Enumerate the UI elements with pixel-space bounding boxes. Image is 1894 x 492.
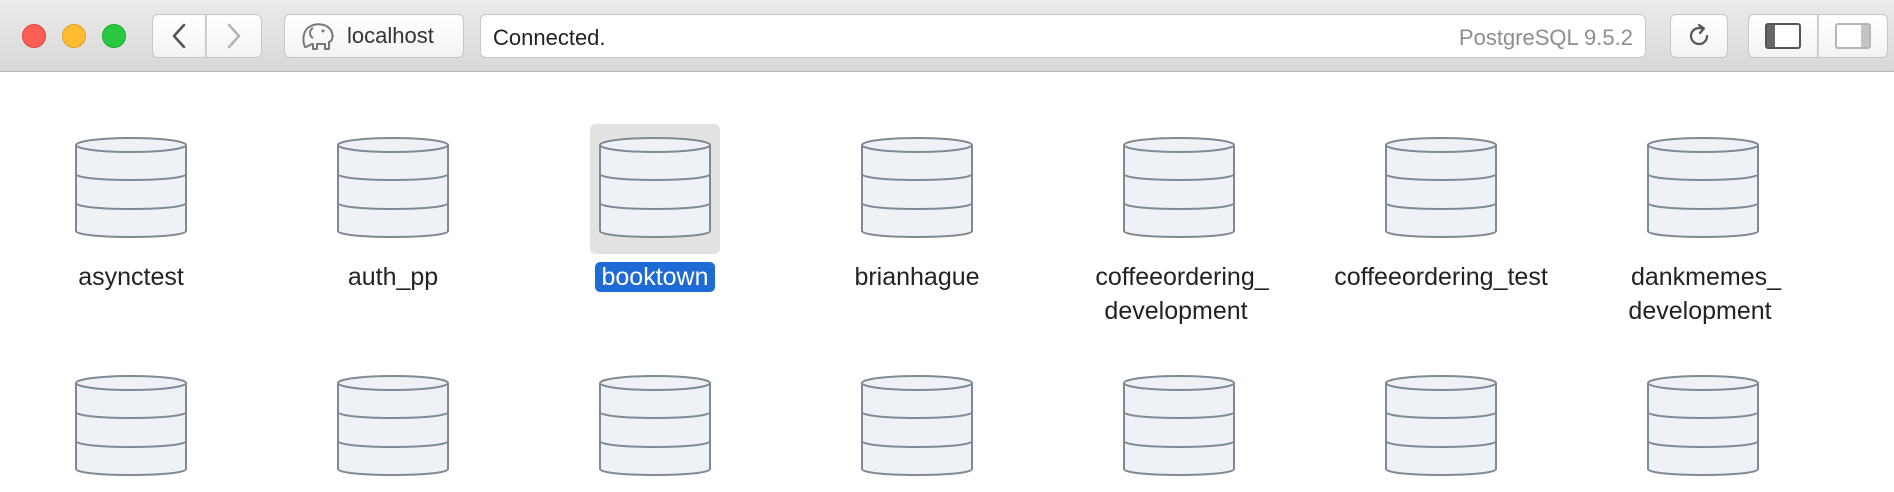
status-bar: Connected. PostgreSQL 9.5.2 xyxy=(480,14,1646,58)
server-version: PostgreSQL 9.5.2 xyxy=(1458,25,1633,50)
database-name-text: brianhague xyxy=(854,263,980,291)
database-icon xyxy=(337,375,449,476)
database-icon xyxy=(1647,375,1759,476)
reload-icon xyxy=(1689,23,1709,46)
database-icon-tile xyxy=(66,362,196,492)
database-name: coffeeordering_test xyxy=(1310,260,1572,294)
database-name-text: coffeeordering_test xyxy=(1334,263,1548,291)
database-item[interactable]: booktown xyxy=(524,72,786,342)
database-name: booktown xyxy=(524,260,786,294)
database-icon xyxy=(1123,375,1235,476)
database-item[interactable]: brianhague xyxy=(786,72,1048,342)
database-icon-tile xyxy=(1638,362,1768,492)
sidebar-right-icon xyxy=(1835,23,1871,49)
database-icon-tile xyxy=(1638,124,1768,254)
database-item[interactable]: auth_pp xyxy=(262,72,524,342)
database-name-text: dankmemes_ development xyxy=(1628,263,1782,325)
database-icon xyxy=(861,375,973,476)
chevron-right-icon xyxy=(227,23,241,49)
database-grid: asynctest auth_pp booktown brianhague coffee… xyxy=(0,72,1894,476)
database-icon xyxy=(861,137,973,238)
database-item[interactable] xyxy=(0,362,262,492)
server-host-label: localhost xyxy=(347,23,434,48)
zoom-window-button[interactable] xyxy=(102,24,126,48)
toggle-right-sidebar-button[interactable] xyxy=(1818,14,1888,58)
database-item[interactable]: coffeeordering_test xyxy=(1310,72,1572,342)
database-icon xyxy=(599,137,711,238)
database-icon xyxy=(337,137,449,238)
database-icon-tile xyxy=(590,124,720,254)
forward-button[interactable] xyxy=(206,14,262,58)
chevron-left-icon xyxy=(172,23,186,49)
database-item[interactable] xyxy=(524,362,786,492)
database-icon-tile xyxy=(66,124,196,254)
back-button[interactable] xyxy=(152,14,206,58)
database-item[interactable] xyxy=(1048,362,1310,492)
sidebar-left-icon xyxy=(1765,23,1801,49)
database-name-text: booktown xyxy=(595,262,715,292)
database-icon xyxy=(599,375,711,476)
database-icon xyxy=(1385,375,1497,476)
server-button[interactable]: localhost xyxy=(284,14,464,58)
database-name: auth_pp xyxy=(262,260,524,294)
toolbar: localhost Connected. PostgreSQL 9.5.2 xyxy=(0,0,1894,72)
database-item[interactable]: dankmemes_ development xyxy=(1572,72,1834,342)
database-icon xyxy=(1385,137,1497,238)
database-item[interactable]: asynctest xyxy=(0,72,262,342)
database-icon xyxy=(1123,137,1235,238)
database-name: coffeeordering_ development xyxy=(1048,260,1310,328)
database-name-text: auth_pp xyxy=(347,263,439,291)
database-item[interactable]: coffeeordering_ development xyxy=(1048,72,1310,342)
database-icon-tile xyxy=(328,362,458,492)
database-icon-tile xyxy=(1376,124,1506,254)
reload-button[interactable] xyxy=(1670,14,1728,58)
connection-status: Connected. xyxy=(493,25,606,50)
database-icon-tile xyxy=(1114,362,1244,492)
database-item[interactable] xyxy=(786,362,1048,492)
database-name-text: asynctest xyxy=(78,263,184,291)
toggle-left-sidebar-button[interactable] xyxy=(1748,14,1818,58)
database-icon-tile xyxy=(852,124,982,254)
database-icon-tile xyxy=(852,362,982,492)
database-item[interactable] xyxy=(1310,362,1572,492)
database-icon xyxy=(75,137,187,238)
database-icon xyxy=(1647,137,1759,238)
elephant-icon xyxy=(302,23,334,50)
database-icon-tile xyxy=(1114,124,1244,254)
database-icon-tile xyxy=(1376,362,1506,492)
database-name: asynctest xyxy=(0,260,262,294)
database-icon xyxy=(75,375,187,476)
database-icon-tile xyxy=(590,362,720,492)
database-icon-tile xyxy=(328,124,458,254)
database-item[interactable] xyxy=(262,362,524,492)
minimize-window-button[interactable] xyxy=(62,24,86,48)
database-name: brianhague xyxy=(786,260,1048,294)
close-window-button[interactable] xyxy=(22,24,46,48)
database-name: dankmemes_ development xyxy=(1572,260,1834,328)
database-name-text: coffeeordering_ development xyxy=(1095,263,1269,325)
database-item[interactable] xyxy=(1572,362,1834,492)
